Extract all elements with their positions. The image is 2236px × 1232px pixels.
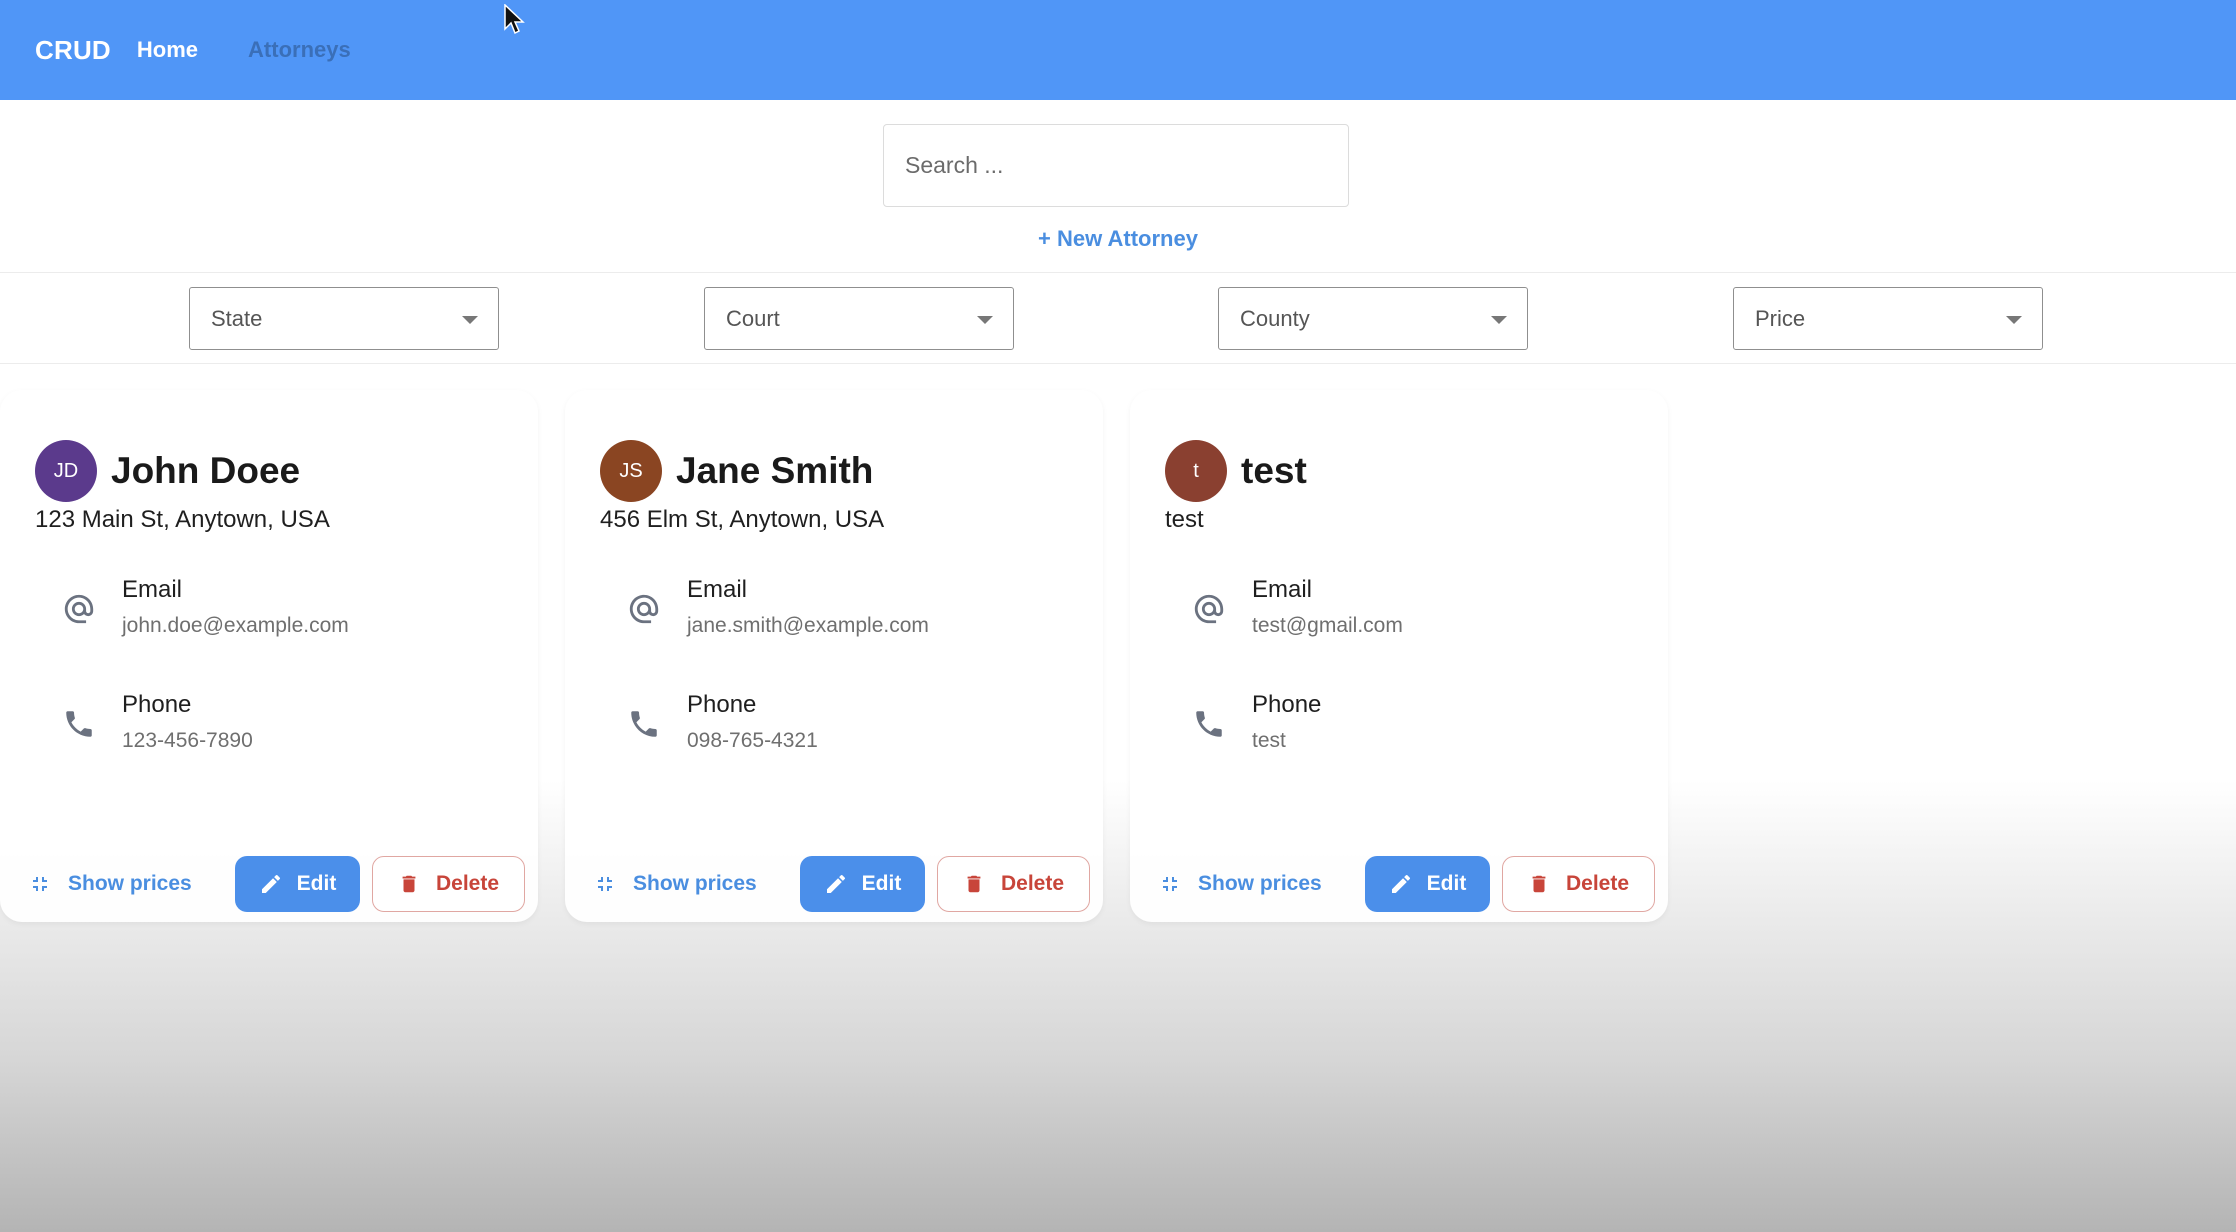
chevron-down-icon	[2006, 316, 2022, 324]
avatar-initials: JD	[53, 459, 79, 482]
collapse-icon	[33, 877, 47, 891]
edit-label: Edit	[861, 872, 902, 895]
phone-row: Phone test	[1192, 691, 1321, 753]
price-filter-select[interactable]: Price	[1733, 287, 2043, 350]
brand-logo[interactable]: CRUD	[35, 35, 111, 66]
attorney-card: t test test Email test@gmail.com Phone t…	[1130, 390, 1668, 922]
at-sign-icon	[64, 594, 94, 624]
at-sign-icon	[629, 594, 659, 624]
edit-label: Edit	[1426, 872, 1467, 895]
email-value: test@gmail.com	[1252, 614, 1403, 637]
avatar: JS	[600, 440, 662, 502]
mouse-cursor-icon	[504, 4, 525, 35]
trash-icon	[1532, 875, 1546, 893]
court-filter-select[interactable]: Court	[704, 287, 1014, 350]
email-value: jane.smith@example.com	[687, 614, 929, 637]
delete-button[interactable]: Delete	[1502, 856, 1655, 912]
email-label: Email	[122, 576, 183, 603]
phone-label: Phone	[1252, 691, 1322, 718]
nav-link-attorneys[interactable]: Attorneys	[248, 37, 351, 63]
attorney-card: JS Jane Smith 456 Elm St, Anytown, USA E…	[565, 390, 1103, 922]
nav-link-home[interactable]: Home	[137, 37, 198, 63]
attorney-address: test	[1165, 506, 1204, 533]
attorney-name: John Doee	[111, 450, 301, 491]
county-filter-select[interactable]: County	[1218, 287, 1528, 350]
collapse-icon	[598, 877, 612, 891]
card-actions: Show prices Edit Delete	[565, 856, 1103, 912]
card-header: JD John Doee	[35, 440, 300, 502]
email-value: john.doe@example.com	[122, 614, 349, 637]
delete-button[interactable]: Delete	[937, 856, 1090, 912]
county-filter-label: County	[1240, 305, 1310, 331]
phone-value: 123-456-7890	[122, 729, 253, 752]
show-prices-button[interactable]: Show prices	[28, 856, 192, 912]
chevron-down-icon	[1491, 316, 1507, 324]
email-label: Email	[687, 576, 748, 603]
show-prices-label: Show prices	[633, 872, 757, 895]
attorney-address: 456 Elm St, Anytown, USA	[600, 506, 885, 533]
delete-button[interactable]: Delete	[372, 856, 525, 912]
email-label: Email	[1252, 576, 1313, 603]
collapse-icon	[1163, 877, 1177, 891]
avatar: JD	[35, 440, 97, 502]
attorney-card: JD John Doee 123 Main St, Anytown, USA E…	[0, 390, 538, 922]
trash-icon	[402, 875, 416, 893]
phone-value: test	[1252, 729, 1286, 752]
edit-button[interactable]: Edit	[1365, 856, 1490, 912]
delete-label: Delete	[1565, 872, 1630, 895]
search-input[interactable]	[883, 124, 1349, 207]
avatar: t	[1165, 440, 1227, 502]
delete-label: Delete	[1000, 872, 1065, 895]
phone-label: Phone	[687, 691, 757, 718]
pencil-icon	[826, 874, 845, 893]
avatar-initials: JS	[619, 459, 643, 482]
card-header: JS Jane Smith	[600, 440, 873, 502]
email-row: Email john.doe@example.com	[62, 576, 349, 638]
edit-button[interactable]: Edit	[800, 856, 925, 912]
trash-icon	[967, 875, 981, 893]
card-actions: Show prices Edit Delete	[0, 856, 538, 912]
pencil-icon	[1391, 874, 1410, 893]
show-prices-label: Show prices	[68, 872, 192, 895]
email-row: Email jane.smith@example.com	[627, 576, 929, 638]
phone-icon	[631, 711, 657, 737]
edit-button[interactable]: Edit	[235, 856, 360, 912]
phone-label: Phone	[122, 691, 192, 718]
delete-label: Delete	[435, 872, 500, 895]
email-row: Email test@gmail.com	[1192, 576, 1403, 638]
show-prices-button[interactable]: Show prices	[593, 856, 757, 912]
chevron-down-icon	[977, 316, 993, 324]
price-filter-label: Price	[1755, 305, 1806, 331]
phone-value: 098-765-4321	[687, 729, 818, 752]
phone-icon	[1196, 711, 1222, 737]
attorney-address: 123 Main St, Anytown, USA	[35, 506, 330, 533]
state-filter-label: State	[211, 305, 263, 331]
at-sign-icon	[1194, 594, 1224, 624]
navbar: CRUD Home Attorneys	[0, 0, 2236, 100]
card-header: t test	[1165, 440, 1307, 502]
chevron-down-icon	[462, 316, 478, 324]
court-filter-label: Court	[726, 305, 780, 331]
new-attorney-button[interactable]: + New Attorney	[1038, 226, 1198, 251]
show-prices-label: Show prices	[1198, 872, 1322, 895]
attorney-name: Jane Smith	[676, 450, 874, 491]
state-filter-select[interactable]: State	[189, 287, 499, 350]
phone-row: Phone 123-456-7890	[62, 691, 253, 753]
edit-label: Edit	[296, 872, 337, 895]
avatar-initials: t	[1193, 459, 1199, 482]
filter-bar: State Court County Price	[0, 272, 2236, 364]
attorney-name: test	[1241, 450, 1307, 491]
card-actions: Show prices Edit Delete	[1130, 856, 1668, 912]
pencil-icon	[261, 874, 280, 893]
new-attorney-link: + New Attorney	[0, 226, 2236, 252]
phone-row: Phone 098-765-4321	[627, 691, 818, 753]
show-prices-button[interactable]: Show prices	[1158, 856, 1322, 912]
phone-icon	[66, 711, 92, 737]
